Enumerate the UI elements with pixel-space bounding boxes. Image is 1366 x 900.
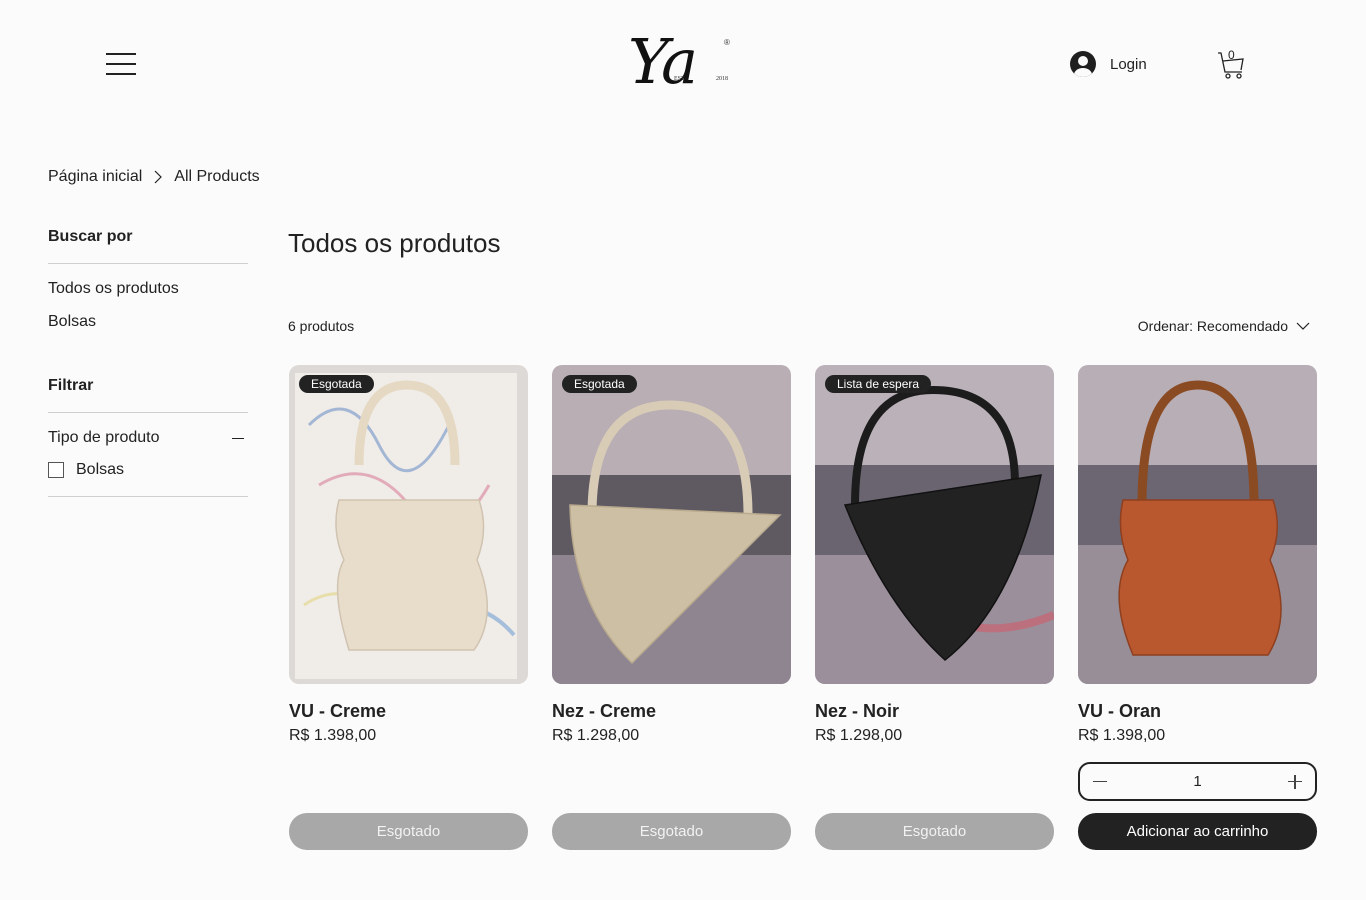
category-link-bags[interactable]: Bolsas: [48, 311, 248, 344]
quantity-stepper: [1078, 762, 1317, 801]
product-image[interactable]: Lista de espera: [815, 365, 1054, 684]
collapse-minus-icon: [232, 437, 244, 439]
minus-icon: [1093, 780, 1107, 782]
product-card: Esgotada Nez - Creme R$ 1.298,00 Esgotad…: [552, 365, 791, 855]
filter-group-toggle[interactable]: Tipo de produto: [48, 429, 248, 447]
user-avatar-icon: [1070, 51, 1096, 77]
cart-count: 0: [1228, 48, 1235, 62]
product-price: R$ 1.298,00: [552, 727, 640, 744]
product-name[interactable]: VU - Creme: [289, 701, 528, 722]
filter-heading: Filtrar: [48, 377, 248, 413]
sold-out-button[interactable]: Esgotado: [289, 813, 528, 850]
browse-heading: Buscar por: [48, 228, 248, 264]
product-grid: Esgotada VU - Creme R$ 1.398,00 Esgotado…: [289, 365, 1317, 855]
menu-line: [106, 53, 136, 55]
filter-option-bags[interactable]: Bolsas: [48, 461, 248, 479]
category-link-all[interactable]: Todos os produtos: [48, 278, 248, 311]
sort-label: Ordenar: Recomendado: [1137, 318, 1288, 334]
orange-bag-image: [1078, 365, 1317, 684]
logo-est: EST: [674, 76, 685, 82]
product-card: Esgotada VU - Creme R$ 1.398,00 Esgotado: [289, 365, 528, 855]
sold-out-button[interactable]: Esgotado: [815, 813, 1054, 850]
checkbox[interactable]: [48, 462, 64, 478]
status-badge: Lista de espera: [825, 375, 932, 393]
decrease-quantity-button[interactable]: [1092, 774, 1108, 790]
product-name[interactable]: Nez - Creme: [552, 701, 791, 722]
product-price: R$ 1.398,00: [1078, 727, 1166, 744]
sidebar: Buscar por Todos os produtos Bolsas Filt…: [48, 228, 248, 497]
filter-option-label: Bolsas: [76, 461, 125, 478]
breadcrumb-current: All Products: [174, 168, 260, 185]
hamburger-menu-icon[interactable]: [106, 53, 136, 77]
plus-icon-v: [1294, 774, 1296, 789]
status-badge: Esgotada: [562, 375, 637, 393]
breadcrumb-home[interactable]: Página inicial: [48, 168, 142, 186]
cream-triangle-bag-image: [552, 365, 791, 684]
page-title: Todos os produtos: [288, 228, 501, 258]
category-list: Todos os produtos Bolsas: [48, 264, 248, 344]
chevron-down-icon: [1296, 322, 1310, 330]
login-button[interactable]: Login: [1070, 51, 1147, 77]
product-image[interactable]: [1078, 365, 1317, 684]
product-image[interactable]: Esgotada: [289, 365, 528, 684]
login-label: Login: [1110, 55, 1147, 73]
breadcrumb: Página inicial All Products: [48, 168, 260, 186]
chevron-right-icon: [154, 170, 163, 184]
menu-line: [106, 63, 136, 65]
logo-registered-mark: ®: [724, 38, 730, 47]
increase-quantity-button[interactable]: [1287, 774, 1303, 790]
filter-group-label: Tipo de produto: [48, 429, 160, 446]
logo-mark: Ya: [628, 25, 698, 98]
product-image[interactable]: Esgotada: [552, 365, 791, 684]
product-card: Lista de espera Nez - Noir R$ 1.298,00 E…: [815, 365, 1054, 855]
add-to-cart-button[interactable]: Adicionar ao carrinho: [1078, 813, 1317, 850]
product-name[interactable]: VU - Oran: [1078, 701, 1317, 722]
logo-year: 2018: [716, 76, 728, 82]
product-price: R$ 1.298,00: [815, 727, 903, 744]
quantity-input[interactable]: [1167, 773, 1228, 790]
black-triangle-bag-image: [815, 365, 1054, 684]
sold-out-button[interactable]: Esgotado: [552, 813, 791, 850]
filter-group-product-type: Tipo de produto Bolsas: [48, 413, 248, 497]
product-card: VU - Oran R$ 1.398,00 Adicionar ao carri…: [1078, 365, 1317, 855]
product-count: 6 produtos: [288, 318, 355, 334]
sort-dropdown[interactable]: Ordenar: Recomendado: [1138, 318, 1310, 334]
cart-button[interactable]: 0: [1216, 48, 1246, 80]
menu-line: [106, 73, 136, 75]
cream-bag-image: [289, 365, 528, 684]
brand-logo[interactable]: Ya EST 2018 ®: [628, 22, 738, 108]
product-name[interactable]: Nez - Noir: [815, 701, 1054, 722]
status-badge: Esgotada: [299, 375, 374, 393]
product-price: R$ 1.398,00: [289, 727, 377, 744]
